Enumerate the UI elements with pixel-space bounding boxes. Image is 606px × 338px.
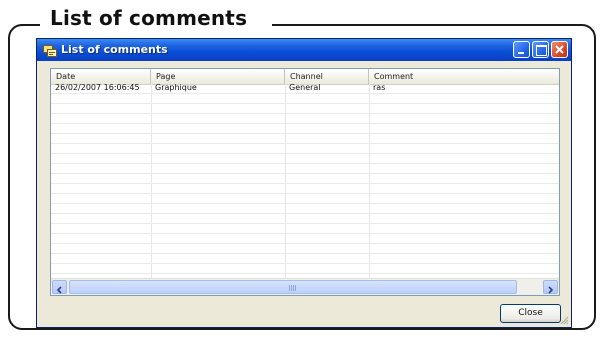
comments-list[interactable]: Date Page Channel Comment 26/02/2007 16:… <box>50 68 560 296</box>
column-header-comment[interactable]: Comment <box>369 69 559 84</box>
empty-row <box>51 164 559 174</box>
scroll-right-button[interactable] <box>543 280 558 294</box>
horizontal-scrollbar[interactable] <box>51 278 559 295</box>
grip-icon <box>289 285 297 291</box>
table-row[interactable]: 26/02/2007 16:06:45 Graphique General ra… <box>51 83 559 94</box>
empty-row <box>51 134 559 144</box>
maximize-button[interactable] <box>532 41 549 58</box>
comments-window: List of comments Date Page Channel Comme… <box>36 38 572 328</box>
empty-row <box>51 264 559 274</box>
empty-row <box>51 174 559 184</box>
empty-row <box>51 224 559 234</box>
arrow-right-icon <box>548 286 554 294</box>
empty-row <box>51 184 559 194</box>
empty-row <box>51 244 559 254</box>
empty-row <box>51 214 559 224</box>
maximize-icon <box>536 45 547 56</box>
scroll-left-button[interactable] <box>52 280 67 294</box>
cell-date: 26/02/2007 16:06:45 <box>55 83 140 92</box>
empty-row <box>51 114 559 124</box>
cell-comment: ras <box>373 83 386 92</box>
empty-row <box>51 94 559 104</box>
empty-row <box>51 104 559 114</box>
window-title: List of comments <box>61 43 168 56</box>
empty-row <box>51 254 559 264</box>
list-body: 26/02/2007 16:06:45 Graphique General ra… <box>51 83 559 278</box>
app-icon <box>43 43 57 57</box>
scroll-thumb[interactable] <box>69 280 517 294</box>
empty-row <box>51 144 559 154</box>
close-window-button[interactable] <box>551 41 568 58</box>
window-titlebar[interactable]: List of comments <box>37 39 571 61</box>
empty-row <box>51 204 559 214</box>
cell-page: Graphique <box>155 83 197 92</box>
frame-title: List of comments <box>50 6 248 30</box>
column-header-channel[interactable]: Channel <box>285 69 369 84</box>
arrow-left-icon <box>56 286 62 294</box>
close-icon <box>555 45 564 54</box>
column-header-page[interactable]: Page <box>151 69 285 84</box>
minimize-button[interactable] <box>513 41 530 58</box>
empty-row <box>51 194 559 204</box>
minimize-icon <box>518 52 524 54</box>
close-button[interactable]: Close <box>500 304 561 323</box>
empty-row <box>51 234 559 244</box>
resize-grip-icon[interactable] <box>559 315 569 325</box>
empty-row <box>51 154 559 164</box>
empty-row <box>51 124 559 134</box>
column-header-date[interactable]: Date <box>51 69 151 84</box>
cell-channel: General <box>289 83 321 92</box>
